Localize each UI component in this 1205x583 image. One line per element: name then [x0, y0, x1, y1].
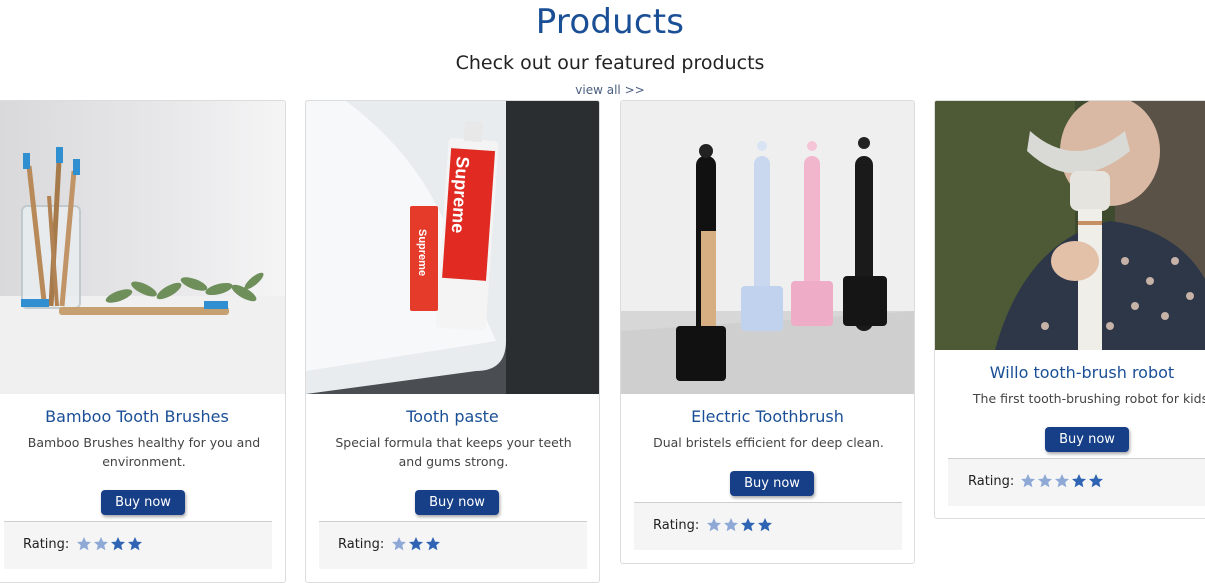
- buy-now-button[interactable]: Buy now: [415, 490, 499, 515]
- star-rating: [706, 517, 774, 533]
- description-line: Bamboo Brushes healthy for you and: [27, 435, 261, 450]
- star-icon: [425, 536, 441, 552]
- star-icon: [1088, 473, 1104, 489]
- product-title: Electric Toothbrush: [691, 407, 844, 426]
- rating-label: Rating:: [968, 474, 1015, 489]
- star-icon: [757, 517, 773, 533]
- product-image-electric: [621, 101, 914, 394]
- star-icon: [1054, 473, 1070, 489]
- product-title: Bamboo Tooth Brushes: [45, 407, 229, 426]
- product-description: Special formula that keeps your teeth an…: [311, 433, 596, 471]
- product-image-bamboo: [0, 101, 285, 394]
- product-card-willo: Willo tooth-brush robot The first tooth-…: [934, 100, 1205, 519]
- product-image-willo: [935, 101, 1205, 350]
- product-description: Dual bristels efficient for deep clean.: [626, 433, 911, 452]
- star-icon: [127, 536, 143, 552]
- star-icon: [391, 536, 407, 552]
- product-title: Tooth paste: [406, 407, 499, 426]
- star-icon: [1037, 473, 1053, 489]
- description-line: Special formula that keeps your teeth: [335, 435, 572, 450]
- buy-now-button[interactable]: Buy now: [1045, 427, 1129, 452]
- star-icon: [110, 536, 126, 552]
- product-title: Willo tooth-brush robot: [989, 363, 1175, 382]
- product-description: Bamboo Brushes healthy for you and envir…: [0, 433, 285, 471]
- description-line: The first tooth-brushing robot for kids.: [972, 391, 1205, 406]
- rating-label: Rating:: [23, 537, 70, 552]
- star-icon: [1071, 473, 1087, 489]
- view-all-link[interactable]: view all >>: [0, 83, 1205, 97]
- product-image-toothpaste: Supreme Supreme: [306, 101, 599, 394]
- star-icon: [706, 517, 722, 533]
- star-icon: [408, 536, 424, 552]
- star-rating: [391, 536, 442, 552]
- image-brand-text-small: Supreme: [416, 229, 428, 276]
- description-line: environment.: [102, 454, 186, 469]
- star-icon: [740, 517, 756, 533]
- buy-now-button[interactable]: Buy now: [101, 490, 185, 515]
- star-icon: [723, 517, 739, 533]
- description-line: and gums strong.: [398, 454, 509, 469]
- product-description: The first tooth-brushing robot for kids.: [950, 389, 1205, 408]
- rating-section: Rating:: [634, 502, 902, 550]
- star-icon: [93, 536, 109, 552]
- rating-label: Rating:: [653, 518, 700, 533]
- star-icon: [76, 536, 92, 552]
- star-rating: [76, 536, 144, 552]
- buy-now-button[interactable]: Buy now: [730, 471, 814, 496]
- star-rating: [1020, 473, 1105, 489]
- product-card-electric: Electric Toothbrush Dual bristels effici…: [620, 100, 915, 564]
- rating-section: Rating:: [319, 521, 587, 569]
- star-icon: [1020, 473, 1036, 489]
- rating-section: Rating:: [948, 458, 1205, 506]
- product-card-toothpaste: Supreme Supreme Tooth paste Special form…: [305, 100, 600, 583]
- page-title: Products: [535, 2, 685, 42]
- rating-section: Rating:: [4, 521, 272, 569]
- rating-label: Rating:: [338, 537, 385, 552]
- product-card-bamboo: Bamboo Tooth Brushes Bamboo Brushes heal…: [0, 100, 286, 583]
- page-subtitle: Check out our featured products: [455, 52, 765, 74]
- description-line: Dual bristels efficient for deep clean.: [653, 435, 884, 450]
